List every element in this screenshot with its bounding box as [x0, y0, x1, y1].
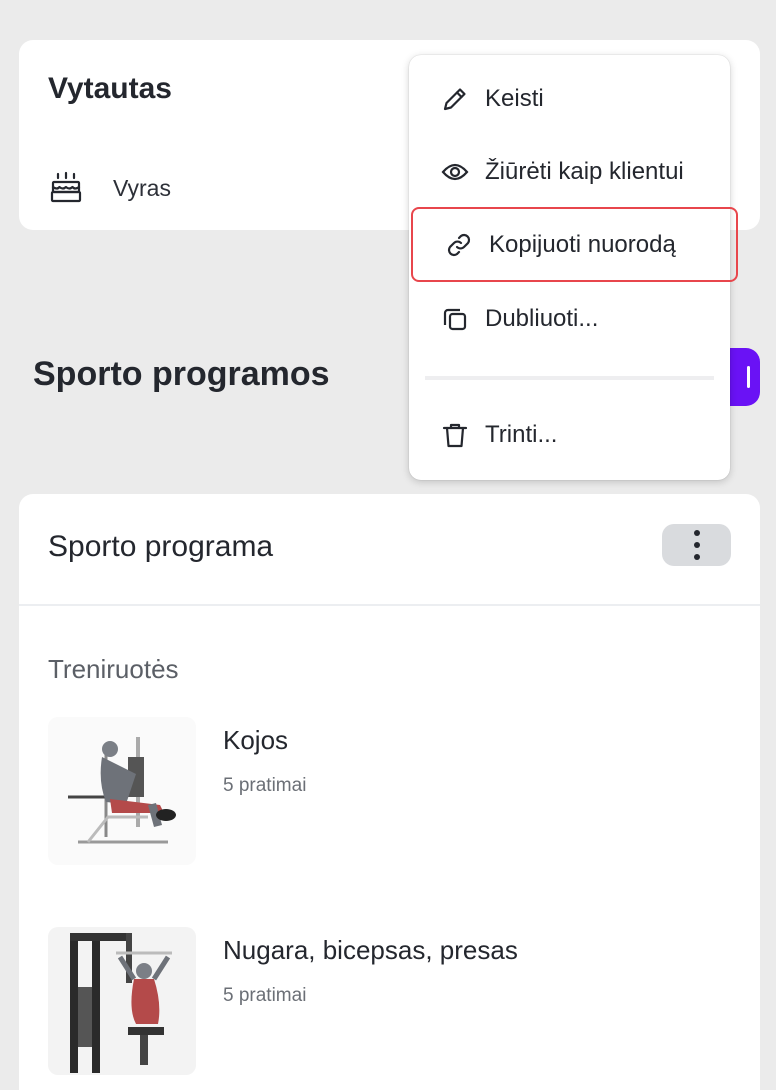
program-card-header: Sporto programa — [19, 494, 760, 606]
workout-thumbnail — [48, 927, 196, 1075]
program-more-button[interactable] — [662, 524, 731, 566]
program-title: Sporto programa — [48, 530, 274, 563]
menu-item-label: Žiūrėti kaip klientui — [485, 158, 684, 185]
workout-item[interactable]: Kojos 5 pratimai — [48, 717, 728, 867]
menu-divider — [425, 376, 714, 380]
programs-section-title: Sporto programos — [33, 355, 330, 393]
link-icon — [445, 231, 473, 259]
page: Vytautas Vyras Sporto programos Sporto p… — [0, 0, 776, 1090]
menu-item-label: Dubliuoti... — [485, 305, 599, 332]
client-gender-row: Vyras — [48, 170, 171, 206]
workout-name: Kojos — [223, 725, 289, 755]
client-name: Vytautas — [48, 72, 172, 105]
cake-icon — [48, 170, 84, 206]
program-card: Sporto programa Treniruotės Kojos 5 prat… — [19, 494, 760, 1090]
client-gender: Vyras — [113, 174, 171, 201]
menu-item-label: Kopijuoti nuorodą — [489, 230, 676, 258]
more-vertical-icon — [693, 530, 700, 560]
workout-exercise-count: 5 pratimai — [223, 775, 307, 796]
menu-item-label: Keisti — [485, 85, 544, 112]
workouts-label: Treniruotės — [48, 654, 179, 684]
menu-item-delete[interactable]: Trinti... — [409, 403, 730, 467]
eye-icon — [441, 158, 469, 186]
menu-item-edit[interactable]: Keisti — [409, 67, 730, 131]
workout-thumbnail — [48, 717, 196, 865]
copy-icon — [441, 305, 469, 333]
pencil-icon — [441, 85, 469, 113]
menu-item-view-as-client[interactable]: Žiūrėti kaip klientui — [409, 140, 730, 204]
workout-exercise-count: 5 pratimai — [223, 985, 307, 1006]
add-button-glyph — [747, 366, 750, 388]
menu-item-label: Trinti... — [485, 421, 558, 448]
workout-name: Nugara, bicepsas, presas — [223, 935, 518, 965]
trash-icon — [441, 421, 469, 449]
program-context-menu: Keisti Žiūrėti kaip klientui Kopijuoti n… — [409, 55, 738, 480]
menu-item-copy-link[interactable]: Kopijuoti nuorodą — [411, 207, 738, 282]
menu-item-duplicate[interactable]: Dubliuoti... — [409, 287, 730, 351]
workout-item[interactable]: Nugara, bicepsas, presas 5 pratimai — [48, 927, 728, 1077]
